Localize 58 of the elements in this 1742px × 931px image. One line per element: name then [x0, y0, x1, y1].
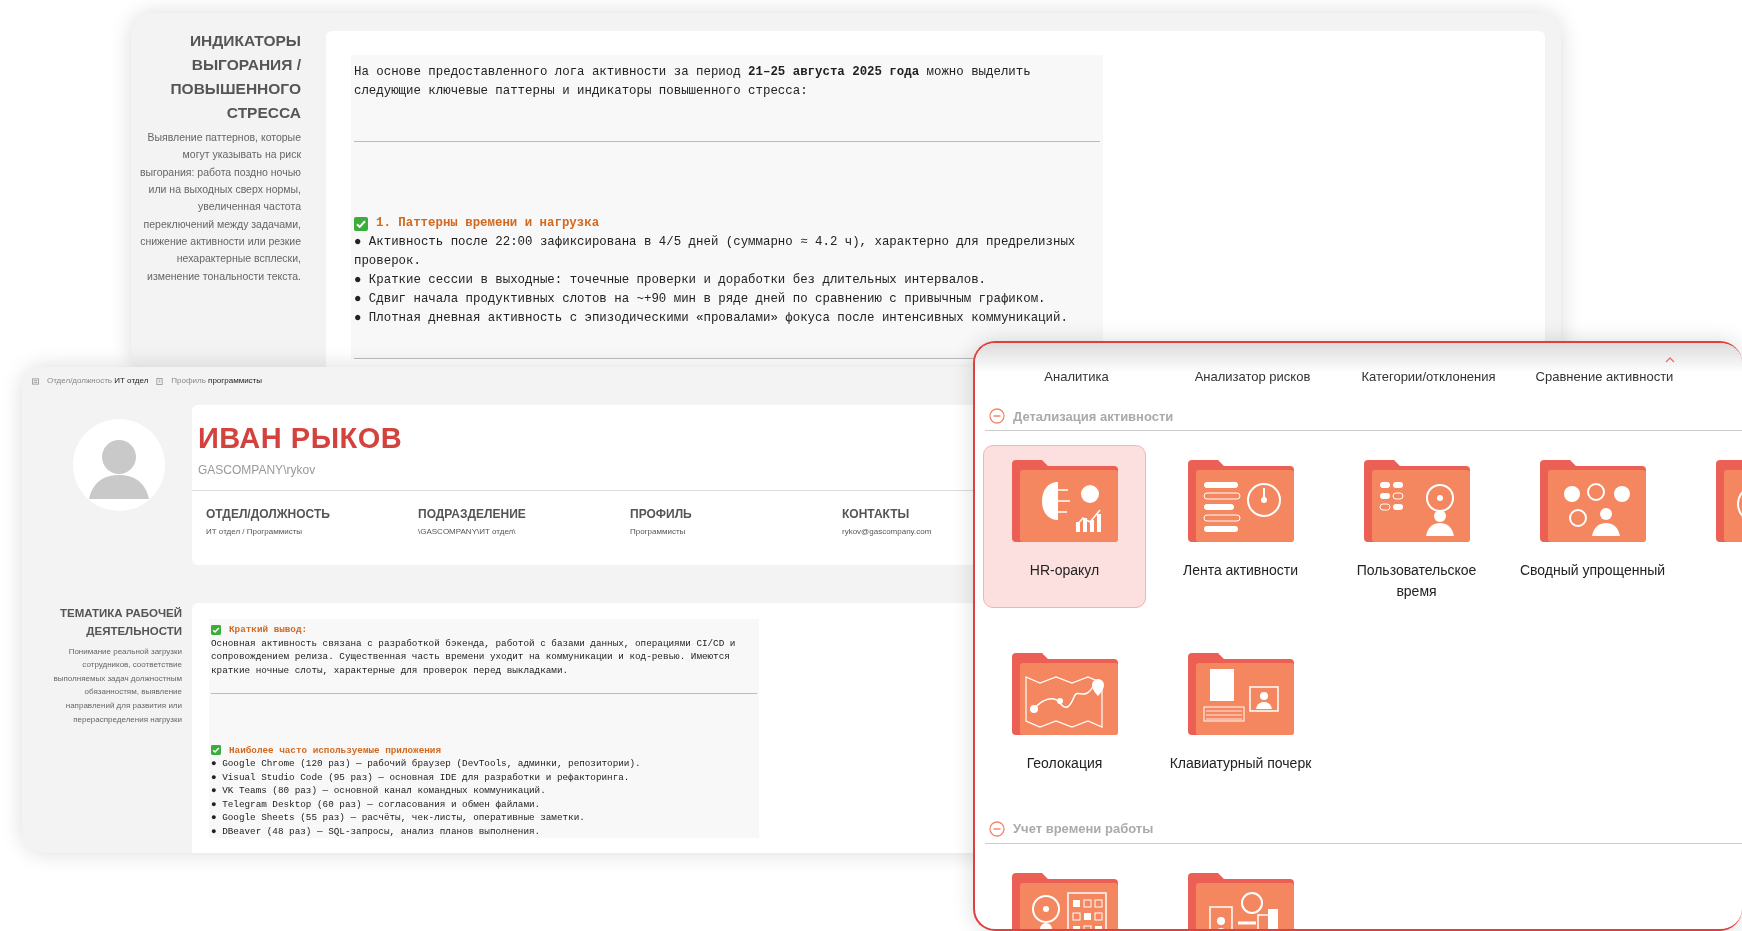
bullet-item: ● Telegram Desktop (60 раз) — согласования и обмен файлами. [211, 797, 542, 811]
list-gauge-folder-icon [1187, 460, 1294, 542]
report-tile[interactable]: Клавиатурный почерк [1159, 638, 1322, 801]
login-text: GASCOMPANY\rykov [198, 461, 316, 479]
tile-label: Лента активности [1182, 561, 1299, 580]
report-tile[interactable]: Лента активности [1159, 445, 1322, 608]
field-label: ПОДРАЗДЕЛЕНИЕ [418, 505, 527, 523]
field-label: ПРОФИЛЬ [630, 505, 693, 523]
person-name: ИВАН РЫКОВ [198, 421, 403, 456]
section-heading: Наиболее часто используемые приложения [229, 743, 441, 757]
bullet-item: ● Краткие сессии в выходные: точечные проверки и доработки без длительных интервалов. [354, 272, 988, 289]
section-description: Понимание реальной загрузки сотрудников, соответствие выполняемых задач должностным обязанностям, выявление направлений для развития или перераспределения нагрузки [52, 645, 182, 726]
report-paragraph: Основная активность связана с разработкой бэкенда, работой с базами данных, операциями CI/CD и сопровождением релиза. Существенная часть времени уходит на коммуникации и код-ревью. Имеются краткие ночные слоты, характерные для проверок перед выкладками. [211, 636, 737, 678]
pie-charts-person-folder-icon [1539, 460, 1646, 542]
report-tile[interactable]: Геолокация [983, 638, 1146, 801]
section-description: Выявление паттернов, которые могут указывать на риск выгорания: работа поздно ночью или на выходных сверх нормы, увеличенная частота переключений между задачами, снижение активности или резкие нехарактерные всплески, изменение тональности текста. [138, 130, 301, 284]
field-value: Программисты [630, 525, 687, 538]
check-icon [354, 216, 368, 231]
report-tile[interactable]: Сводный упрощенный [1511, 445, 1674, 608]
brain-chart-folder-icon [1011, 460, 1118, 542]
monitor-keyboard-folder-icon [1187, 653, 1294, 735]
field-label: КОНТАКТЫ [842, 505, 911, 523]
bullet-item: ● Активность после 22:00 зафиксирована в 4/5 дней (суммарно ≈ 4.2 ч), характерно для предрелизных проверок. [354, 234, 1077, 270]
chevron-up-icon [1665, 357, 1675, 363]
tile-label: Сводный упрощенный [1519, 561, 1666, 580]
field-value: rykov@gascompany.com [842, 525, 933, 538]
report-label: Категории/отклонения [1360, 368, 1497, 386]
section-title: ТЕМАТИКА РАБОЧЕЙ ДЕЯТЕЛЬНОСТИ [59, 606, 182, 639]
field-value: ИТ отдел / Программисты [206, 525, 304, 538]
dashboard-person-folder-icon [1363, 460, 1470, 542]
field-label: ОТДЕЛ/ДОЛЖНОСТЬ [206, 505, 331, 523]
tile-label: Клавиатурный почерк [1169, 754, 1312, 773]
section-title: ИНДИКАТОРЫ ВЫГОРАНИЯ / ПОВЫШЕННОГО СТРЕССА [169, 31, 301, 124]
id-card-icon [32, 377, 39, 385]
report-label: Анализатор рисков [1193, 368, 1312, 386]
bullet-item: ● Visual Studio Code (95 раз) — основная IDE для разработки и рефакторинга. [211, 770, 631, 784]
collapse-icon[interactable] [989, 820, 1005, 837]
report-label: Сравнение активности [1534, 368, 1675, 386]
bullet-item: ● DBeaver (48 раз) — SQL-запросы, анализ планов выполнения. [211, 824, 542, 838]
bullet-item: ● Google Chrome (120 раз) — рабочий браузер (DevTools, админки, репозитории). [211, 757, 642, 771]
bullet-item: ● Плотная дневная активность с эпизодическими «провалами» фокуса после интенсивных коммуникаций. [354, 310, 1069, 327]
report-tile[interactable]: HR-оракул [983, 445, 1146, 608]
bullet-item: ● VK Teams (80 раз) — основной канал командных коммуникаций. [211, 784, 547, 798]
bullet-item: ● Сдвиг начала продуктивных слотов на ~+90 мин в ряде дней по сравнению с привычным графиком. [354, 291, 1047, 308]
report-tile[interactable]: Пользовательское время [1335, 445, 1498, 608]
breadcrumb-item[interactable]: Отдел/должность ИТ отдел [47, 375, 149, 387]
section-heading: Краткий вывод: [229, 623, 308, 637]
tile-label: Пользовательское время [1355, 561, 1478, 601]
collapse-icon[interactable] [989, 408, 1005, 425]
bullet-item: ● Google Sheets (55 раз) — расчёты, чек-листы, оперативные заметки. [211, 811, 586, 825]
field-value: \GASCOMPANY\ИТ отдел\ [418, 525, 517, 538]
tile-label: HR-оракул [1029, 561, 1100, 580]
map-route-folder-icon [1011, 653, 1118, 735]
report-label: Аналитика [1043, 368, 1110, 386]
breadcrumb-item[interactable]: Профиль программисты [171, 375, 262, 387]
section-heading: 1. Паттерны времени и нагрузка [376, 215, 600, 232]
report-paragraph: На основе предоставленного лога активности за период 21–25 августа 2025 года можно выделить следующие ключевые паттерны и индикаторы повышенного стресса: [354, 64, 1032, 100]
tile-label: Геолокация [1026, 754, 1103, 773]
